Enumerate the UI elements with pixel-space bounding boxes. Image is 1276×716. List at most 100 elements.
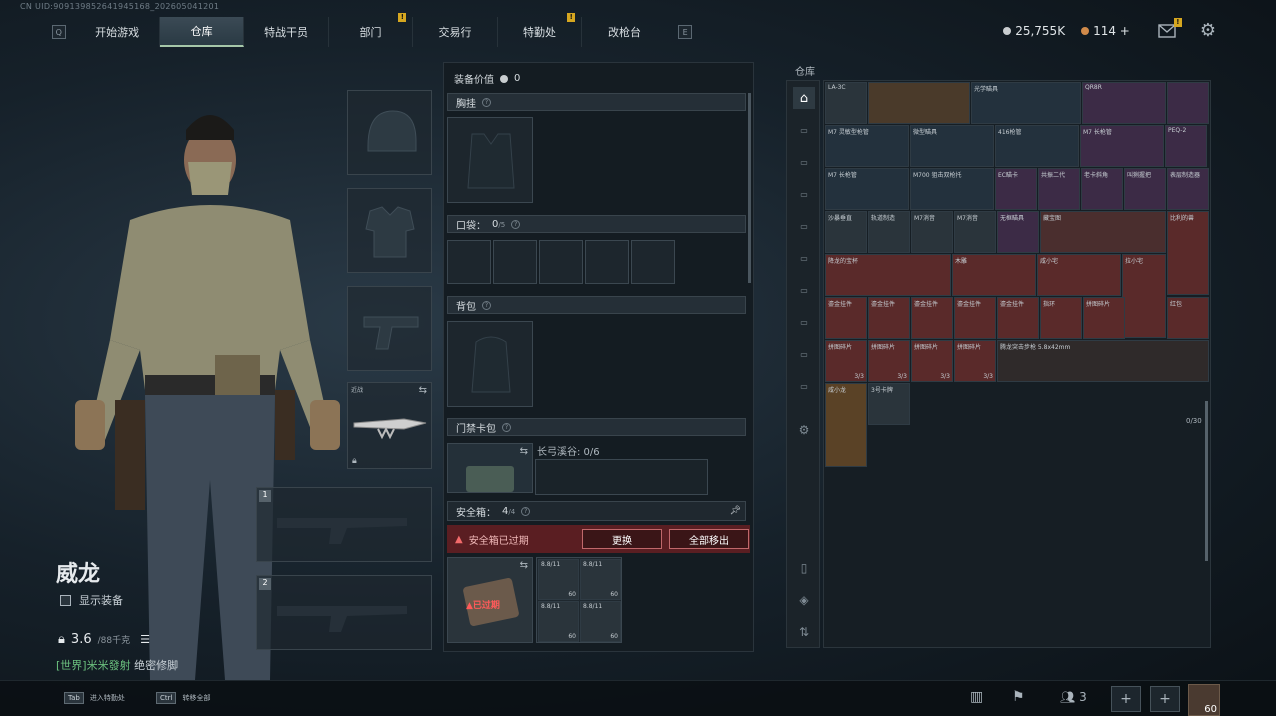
safe-item[interactable]: 8.8/11 60 <box>580 601 621 642</box>
bond-currency[interactable]: 114 + <box>1081 24 1130 38</box>
pistol-slot[interactable] <box>347 286 432 371</box>
category-icon[interactable]: ▭ <box>793 215 815 237</box>
keycard-case-slot[interactable]: ⇆ <box>447 443 533 493</box>
category-icon[interactable]: ▭ <box>793 119 815 141</box>
profile-icon[interactable]: ▯ <box>793 557 815 579</box>
show-equipment-toggle[interactable]: 显示装备 <box>60 592 123 608</box>
helmet-slot[interactable] <box>347 90 432 175</box>
item[interactable]: 叫猁握把 <box>1124 168 1166 210</box>
safe-box-slot[interactable]: ⇆ ▲已过期 <box>447 557 533 643</box>
safe-item[interactable]: 8.8/11 60 <box>538 601 579 642</box>
safe-item[interactable]: 8.8/11 60 <box>580 559 621 600</box>
swap-icon[interactable]: ⇆ <box>520 560 528 571</box>
backpack-slot[interactable] <box>447 321 533 407</box>
pocket-slot[interactable] <box>539 240 583 284</box>
layers-icon[interactable]: ◈ <box>793 589 815 611</box>
item[interactable]: 咸小宅 <box>1037 254 1121 296</box>
item[interactable]: 拼图碎片 3/3 <box>911 340 953 382</box>
item[interactable]: 红包 <box>1167 297 1209 339</box>
item[interactable]: LA-3C <box>825 82 867 124</box>
item[interactable]: 拼图碎片 3/3 <box>868 340 910 382</box>
add-teammate-button[interactable]: + <box>1150 686 1180 712</box>
gear-icon[interactable]: ⚙ <box>1200 20 1216 41</box>
item[interactable]: 藏宝图 <box>1040 211 1166 253</box>
help-icon[interactable]: ? <box>502 422 511 432</box>
flag-icon[interactable]: ⚑ <box>1012 689 1025 705</box>
tab-operators[interactable]: 特战干员 <box>244 17 329 47</box>
item[interactable]: 光学瞄具 <box>971 82 1081 124</box>
item[interactable]: 鎏金挂件 <box>954 297 996 339</box>
item[interactable]: 鎏金挂件 <box>997 297 1039 339</box>
item[interactable] <box>1167 82 1209 124</box>
item[interactable]: 指环 <box>1040 297 1082 339</box>
pocket-slot[interactable] <box>493 240 537 284</box>
category-icon[interactable]: ▭ <box>793 151 815 173</box>
hotkey-hint-tab[interactable]: Tab 进入特勤处 <box>64 692 125 704</box>
sort-icon[interactable]: ⇅ <box>793 621 815 643</box>
tab-market[interactable]: 交易行 <box>413 17 498 47</box>
item[interactable]: 老卡斜角 <box>1081 168 1123 210</box>
primary-weapon-slot-1[interactable]: 1 <box>256 487 432 562</box>
swap-icon[interactable]: ⇆ <box>419 385 427 396</box>
pocket-slot[interactable] <box>585 240 629 284</box>
team-indicator[interactable]: 👥︎ 3 <box>1060 690 1087 704</box>
help-icon[interactable]: ? <box>521 506 531 516</box>
hotkey-hint-ctrl[interactable]: Ctrl 转移全部 <box>156 692 210 704</box>
armor-slot[interactable] <box>347 188 432 273</box>
item[interactable]: 腾龙突击步枪 5.8x42mm <box>997 340 1209 382</box>
item[interactable]: QR8R <box>1082 82 1166 124</box>
item[interactable]: M7消音 <box>954 211 996 253</box>
category-icon[interactable]: ▭ <box>793 343 815 365</box>
item[interactable]: 降龙的宝杯 <box>825 254 951 296</box>
item[interactable]: 3号卡牌 <box>868 383 910 425</box>
item[interactable] <box>868 82 970 124</box>
scrollbar[interactable] <box>1205 401 1208 561</box>
category-icon[interactable]: ▭ <box>793 375 815 397</box>
item[interactable]: 咸小龙 <box>825 383 867 467</box>
all-items-icon[interactable]: ⌂ <box>793 87 815 109</box>
help-icon[interactable]: ? <box>482 300 491 310</box>
item[interactable]: 鎏金挂件 <box>825 297 867 339</box>
item[interactable]: 木雕 <box>952 254 1036 296</box>
pin-icon[interactable]: 📌︎ <box>730 506 741 516</box>
pocket-slot[interactable] <box>631 240 675 284</box>
item[interactable]: 比利的兽 <box>1167 211 1209 295</box>
tab-gunsmith[interactable]: 改枪台 <box>582 17 666 47</box>
item[interactable]: 轨道制造 <box>868 211 910 253</box>
help-icon[interactable]: ? <box>482 97 491 107</box>
safe-item[interactable]: 8.8/11 60 <box>538 559 579 600</box>
item[interactable]: 表层制造器 <box>1167 168 1209 210</box>
item[interactable]: PEQ-2 <box>1165 125 1207 167</box>
item[interactable]: M7 灵敏型枪管 <box>825 125 909 167</box>
item[interactable]: 沙暴垂直 <box>825 211 867 253</box>
item[interactable]: M7 长枪管 <box>825 168 909 210</box>
item[interactable]: EC瞄卡 <box>995 168 1037 210</box>
stats-icon[interactable]: ▥ <box>970 689 983 705</box>
item[interactable]: 拉小宅 <box>1122 254 1166 338</box>
item[interactable]: 拼图碎片 3/3 <box>825 340 867 382</box>
pocket-slot[interactable] <box>447 240 491 284</box>
item[interactable]: 416枪管 <box>995 125 1079 167</box>
item[interactable]: 鎏金挂件 <box>868 297 910 339</box>
category-icon[interactable]: ▭ <box>793 183 815 205</box>
item[interactable]: M7消音 <box>911 211 953 253</box>
keycard-grid[interactable] <box>535 459 708 495</box>
mail-icon[interactable]: ! <box>1158 17 1182 38</box>
chest-rig-slot[interactable] <box>447 117 533 203</box>
item[interactable]: 无框瞄具 <box>997 211 1039 253</box>
swap-icon[interactable]: ⇆ <box>520 446 528 457</box>
tab-special-ops[interactable]: 特勤处! <box>498 13 583 47</box>
item[interactable]: 鎏金挂件 <box>911 297 953 339</box>
tab-warehouse[interactable]: 仓库 <box>159 17 245 47</box>
melee-slot[interactable]: 近战 ⇆ 🔒︎ <box>347 382 432 469</box>
tab-department[interactable]: 部门! <box>329 13 414 47</box>
item[interactable]: M7 长枪管 <box>1080 125 1164 167</box>
add-teammate-button[interactable]: + <box>1111 686 1141 712</box>
checkbox[interactable] <box>60 594 71 606</box>
item[interactable]: M700 狙击双枪托 <box>910 168 994 210</box>
scrollbar[interactable] <box>748 93 751 283</box>
category-icon[interactable]: ▭ <box>793 247 815 269</box>
list-icon[interactable]: ☰ <box>140 633 150 646</box>
settings-icon[interactable]: ⚙ <box>793 419 815 441</box>
item[interactable]: 共振二代 <box>1038 168 1080 210</box>
